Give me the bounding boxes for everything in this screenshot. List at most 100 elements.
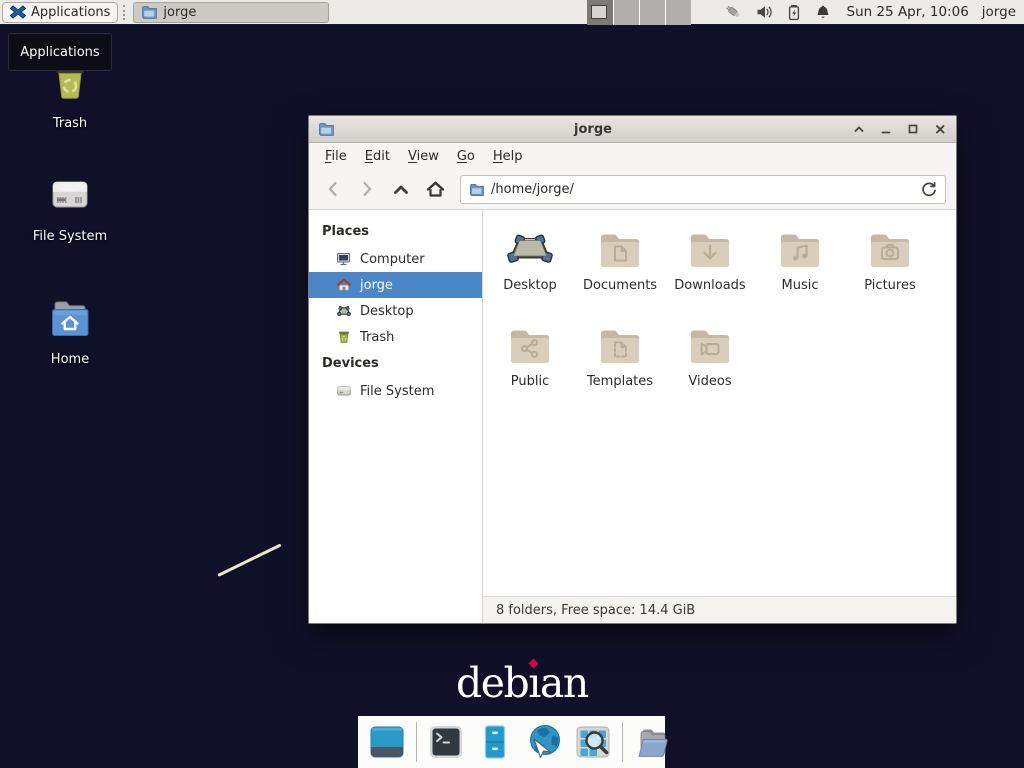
up-button[interactable] (387, 175, 415, 203)
drive-mini-icon (336, 383, 352, 399)
debian-logo: debıan (456, 659, 588, 707)
desktop-mini-icon (336, 303, 352, 319)
window-titlebar[interactable]: jorge (309, 116, 956, 143)
workspace-window-thumb (591, 5, 607, 19)
sidebar-item-computer[interactable]: Computer (309, 246, 482, 272)
path-folder-icon (469, 182, 484, 197)
network-plug-icon[interactable] (725, 4, 743, 21)
top-panel: Applications jorge (0, 0, 1024, 25)
sidebar-item-desktop[interactable]: Desktop (309, 298, 482, 324)
tooltip-text: Applications (20, 45, 99, 60)
back-button[interactable] (319, 175, 347, 203)
file-item-pictures[interactable]: Pictures (845, 224, 935, 320)
file-item-documents[interactable]: Documents (575, 224, 665, 320)
status-text: 8 folders, Free space: 14.4 GiB (496, 603, 695, 618)
taskbar-window-label: jorge (163, 5, 196, 20)
applications-menu-button[interactable]: Applications (2, 2, 118, 23)
desktop-stray-line (217, 543, 281, 576)
workspace-switcher (587, 0, 691, 25)
window-body: Places Computer jorge (309, 210, 956, 623)
home-button[interactable] (421, 175, 449, 203)
xfce-logo-icon (10, 4, 26, 20)
statusbar: 8 folders, Free space: 14.4 GiB (483, 596, 956, 623)
sidebar-item-jorge[interactable]: jorge (309, 272, 482, 298)
sidebar-item-file-system[interactable]: File System (309, 378, 482, 404)
trash-mini-icon (336, 329, 352, 345)
desktop-icon-file-system[interactable]: File System (22, 170, 118, 244)
desktop-screen: Applications jorge (0, 0, 1024, 768)
menu-help[interactable]: Help (484, 145, 532, 168)
folder-public-icon (506, 320, 554, 368)
folder-music-icon (776, 224, 824, 272)
folder-pictures-icon (866, 224, 914, 272)
shade-button[interactable] (852, 122, 866, 136)
forward-button[interactable] (353, 175, 381, 203)
panel-clock[interactable]: Sun 25 Apr, 10:06 (847, 4, 969, 20)
menu-file[interactable]: File (316, 145, 356, 168)
window-controls (852, 122, 947, 136)
sidebar-item-trash[interactable]: Trash (309, 324, 482, 350)
minimize-button[interactable] (879, 122, 893, 136)
workspace-2[interactable] (613, 0, 639, 25)
folder-window-icon (141, 4, 157, 20)
devices-header: Devices (309, 350, 482, 378)
file-item-templates[interactable]: Templates (575, 320, 665, 416)
system-tray (725, 4, 831, 21)
maximize-button[interactable] (906, 122, 920, 136)
menu-edit[interactable]: Edit (356, 145, 399, 168)
main-view: Desktop Documents (483, 210, 956, 623)
toolbar: /home/jorge/ (309, 169, 956, 210)
panel-separator-handle (123, 5, 129, 20)
directory-menu-icon[interactable] (632, 722, 672, 762)
file-item-desktop[interactable]: Desktop (485, 224, 575, 320)
file-manager-window: jorge File Edit View Go Help (308, 115, 957, 624)
hard-drive-icon (46, 170, 94, 218)
folder-videos-icon (686, 320, 734, 368)
folder-downloads-icon (686, 224, 734, 272)
window-title: jorge (342, 122, 844, 137)
folder-documents-icon (596, 224, 644, 272)
notifications-bell-icon[interactable] (815, 4, 831, 21)
debian-logo-text: deb (456, 659, 528, 707)
bottom-dock (358, 716, 665, 768)
desktop-icon-home[interactable]: Home (22, 293, 118, 367)
close-button[interactable] (933, 122, 947, 136)
workspace-4[interactable] (665, 0, 691, 25)
workspace-1[interactable] (587, 0, 613, 25)
workspace-3[interactable] (639, 0, 665, 25)
dock-separator (416, 722, 417, 762)
reload-button[interactable] (921, 181, 937, 197)
desktop-icon-label: Trash (22, 116, 118, 131)
web-browser-icon[interactable] (524, 722, 564, 762)
menu-go[interactable]: Go (448, 145, 484, 168)
applications-menu-label: Applications (31, 5, 110, 20)
folder-templates-icon (596, 320, 644, 368)
places-header: Places (309, 218, 482, 246)
home-icon (336, 277, 352, 293)
path-text[interactable]: /home/jorge/ (491, 182, 914, 197)
side-pane: Places Computer jorge (309, 210, 483, 623)
file-grid: Desktop Documents (483, 210, 956, 596)
file-item-public[interactable]: Public (485, 320, 575, 416)
panel-username[interactable]: jorge (982, 4, 1016, 20)
file-item-videos[interactable]: Videos (665, 320, 755, 416)
volume-icon[interactable] (756, 4, 773, 20)
applications-tooltip: Applications (8, 33, 112, 71)
file-item-music[interactable]: Music (755, 224, 845, 320)
battery-charging-icon[interactable] (786, 4, 802, 21)
debian-logo-i: ı (528, 659, 540, 707)
menubar: File Edit View Go Help (309, 143, 956, 169)
computer-icon (336, 251, 352, 267)
desktop-icon (506, 224, 554, 272)
show-desktop-icon[interactable] (367, 722, 407, 762)
window-folder-icon (318, 121, 334, 137)
desktop-icon-label: File System (22, 229, 118, 244)
terminal-icon[interactable] (426, 722, 466, 762)
menu-view[interactable]: View (399, 145, 448, 168)
location-bar[interactable]: /home/jorge/ (460, 175, 946, 204)
home-folder-icon (46, 293, 94, 341)
application-finder-icon[interactable] (573, 722, 613, 762)
file-item-downloads[interactable]: Downloads (665, 224, 755, 320)
file-manager-icon[interactable] (475, 722, 515, 762)
taskbar-window-button[interactable]: jorge (133, 2, 329, 23)
